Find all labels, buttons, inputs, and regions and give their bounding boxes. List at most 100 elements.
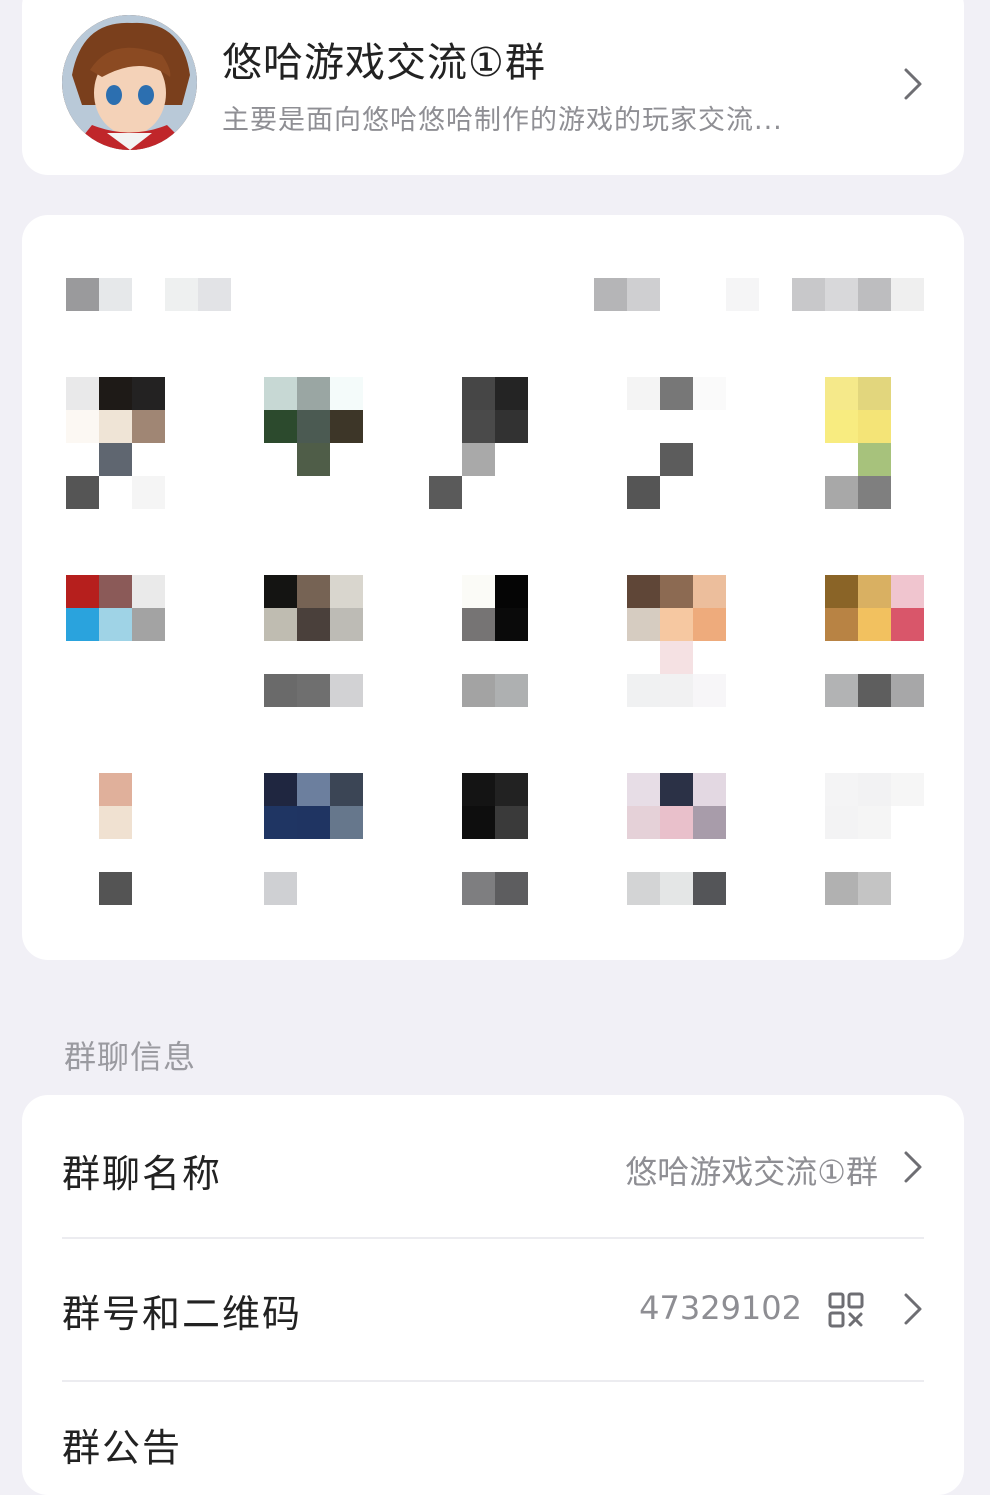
chevron-right-icon[interactable] xyxy=(894,62,930,106)
pixel-block xyxy=(693,773,726,806)
pixel-block xyxy=(825,674,858,707)
pixel-block xyxy=(858,278,891,311)
pixel-block xyxy=(66,410,99,443)
group-name-row[interactable]: 群聊名称 悠哈游戏交流①群 xyxy=(22,1095,964,1237)
group-announcement-row[interactable]: 群公告 xyxy=(22,1383,964,1495)
pixel-block xyxy=(462,674,495,707)
pixel-block xyxy=(297,575,330,608)
pixel-block xyxy=(132,410,165,443)
pixel-block xyxy=(693,575,726,608)
pixel-block xyxy=(660,443,693,476)
pixel-block xyxy=(132,608,165,641)
pixel-block xyxy=(462,773,495,806)
chevron-right-icon[interactable] xyxy=(894,1287,930,1331)
pixel-block xyxy=(891,674,924,707)
pixel-block xyxy=(495,773,528,806)
pixel-block xyxy=(858,872,891,905)
pixel-block xyxy=(858,773,891,806)
group-avatar[interactable] xyxy=(62,15,197,150)
pixel-block xyxy=(858,806,891,839)
pixel-block xyxy=(99,806,132,839)
pixel-block xyxy=(627,608,660,641)
pixel-block xyxy=(627,773,660,806)
pixel-block xyxy=(495,674,528,707)
pixel-block xyxy=(330,410,363,443)
pixel-block xyxy=(132,575,165,608)
pixel-block xyxy=(825,575,858,608)
pixel-block xyxy=(693,674,726,707)
pixel-block xyxy=(660,377,693,410)
row-label-group-announcement: 群公告 xyxy=(62,1426,183,1470)
pixel-block xyxy=(330,575,363,608)
pixel-block xyxy=(627,806,660,839)
pixel-block xyxy=(825,410,858,443)
group-header-card[interactable]: 悠哈游戏交流①群 主要是面向悠哈悠哈制作的游戏的玩家交流... xyxy=(22,0,964,175)
pixel-block xyxy=(99,278,132,311)
pixel-block xyxy=(264,608,297,641)
group-number: 47329102 xyxy=(639,1289,802,1327)
pixel-block xyxy=(660,773,693,806)
pixel-block xyxy=(660,608,693,641)
pixel-block xyxy=(165,278,198,311)
pixel-block xyxy=(792,278,825,311)
pixel-block xyxy=(330,773,363,806)
pixel-block xyxy=(627,476,660,509)
pixel-block xyxy=(495,575,528,608)
pixel-block xyxy=(264,674,297,707)
pixel-block xyxy=(726,278,759,311)
pixel-block xyxy=(660,674,693,707)
pixel-block xyxy=(264,773,297,806)
pixel-block xyxy=(825,476,858,509)
pixel-block xyxy=(858,674,891,707)
group-number-qr-row[interactable]: 群号和二维码 47329102 xyxy=(22,1239,964,1381)
pixel-block xyxy=(297,608,330,641)
pixel-block xyxy=(825,872,858,905)
pixel-block xyxy=(330,608,363,641)
pixel-block xyxy=(264,377,297,410)
pixel-block xyxy=(99,608,132,641)
pixel-block xyxy=(462,575,495,608)
pixel-block xyxy=(264,575,297,608)
pixel-block xyxy=(495,410,528,443)
pixel-block xyxy=(495,872,528,905)
pixel-block xyxy=(627,872,660,905)
pixel-block xyxy=(660,872,693,905)
pixel-block xyxy=(825,806,858,839)
pixel-block xyxy=(660,575,693,608)
divider xyxy=(62,1380,924,1382)
pixel-block xyxy=(858,476,891,509)
pixel-block xyxy=(66,278,99,311)
pixel-block xyxy=(198,278,231,311)
pixel-block xyxy=(462,872,495,905)
pixel-block xyxy=(858,377,891,410)
pixel-block xyxy=(264,872,297,905)
row-value-group-name: 悠哈游戏交流①群 xyxy=(625,1153,878,1191)
pixel-block xyxy=(330,377,363,410)
pixel-block xyxy=(462,608,495,641)
pixel-block xyxy=(264,806,297,839)
pixel-block xyxy=(462,377,495,410)
pixel-block xyxy=(99,443,132,476)
pixel-block xyxy=(495,806,528,839)
pixel-block xyxy=(891,575,924,608)
pixel-block xyxy=(693,806,726,839)
pixel-block xyxy=(132,476,165,509)
pixel-block xyxy=(99,575,132,608)
pixel-block xyxy=(297,443,330,476)
pixel-block xyxy=(495,377,528,410)
pixel-block xyxy=(330,806,363,839)
pixel-block xyxy=(891,278,924,311)
pixel-block xyxy=(891,608,924,641)
pixel-block xyxy=(99,377,132,410)
chevron-right-icon[interactable] xyxy=(894,1145,930,1189)
pixel-block xyxy=(99,773,132,806)
row-label-group-name: 群聊名称 xyxy=(62,1152,223,1196)
pixel-block xyxy=(66,476,99,509)
pixel-block xyxy=(66,608,99,641)
section-title-group-info: 群聊信息 xyxy=(64,1038,197,1076)
pixel-block xyxy=(297,806,330,839)
pixel-block xyxy=(825,377,858,410)
pixel-block xyxy=(99,872,132,905)
qr-code-icon[interactable] xyxy=(827,1291,865,1329)
pixelated-members-area xyxy=(22,215,964,960)
